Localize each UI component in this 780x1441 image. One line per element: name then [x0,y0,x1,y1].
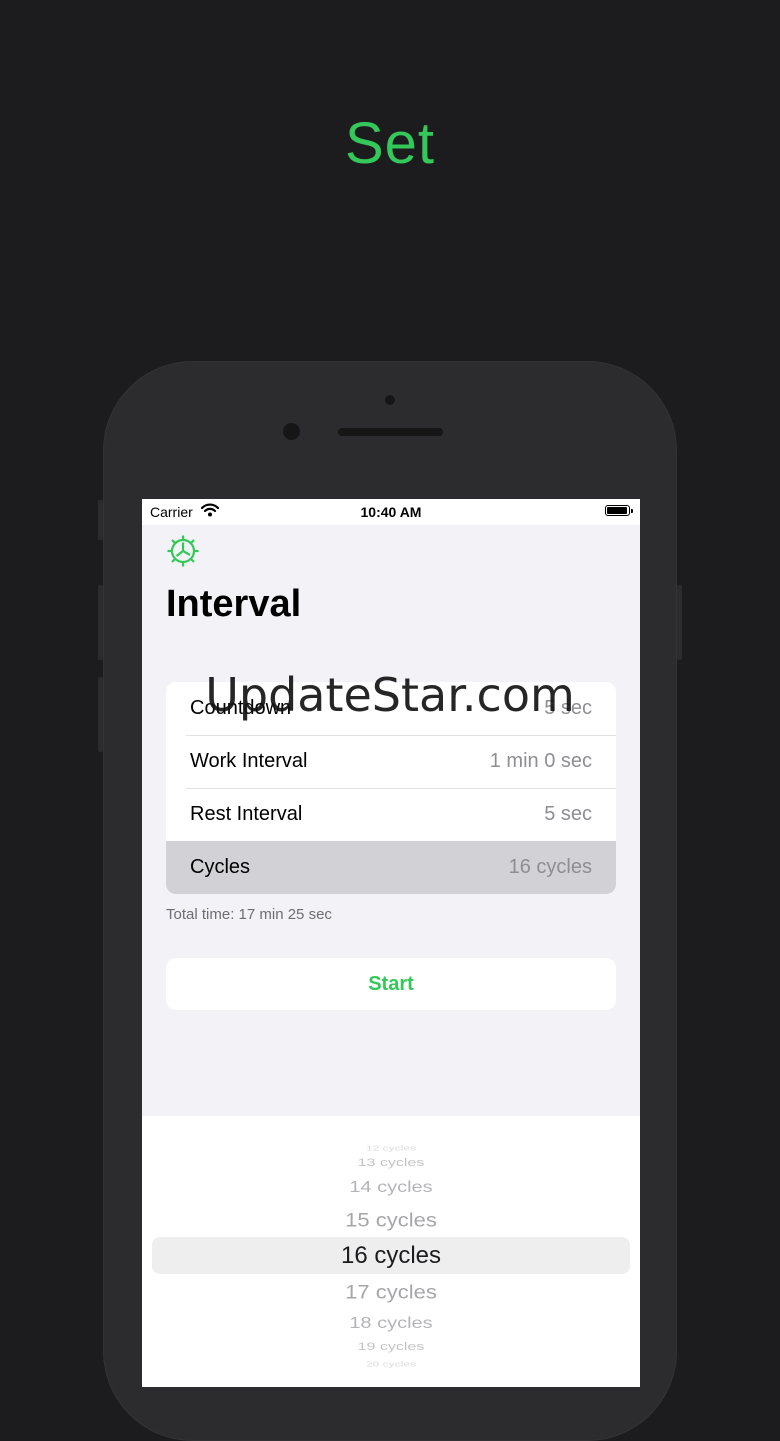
picker-item[interactable]: 14 cycles [142,1178,640,1196]
status-bar: Carrier 10:40 AM [142,499,640,525]
status-time: 10:40 AM [360,504,422,520]
interval-settings-list: Countdown 5 sec Work Interval 1 min 0 se… [166,682,616,894]
start-button[interactable]: Start [166,958,616,1010]
row-value: 16 cycles [508,856,592,878]
picker-item[interactable]: 20 cycles [142,1360,640,1368]
row-value: 1 min 0 sec [489,750,592,772]
picker-item[interactable]: 16 cycles [142,1242,640,1270]
row-label: Rest Interval [190,803,303,825]
phone-screen: Carrier 10:40 AM Interval Countdown 5 se… [142,499,640,1387]
proximity-sensor [385,395,395,405]
picker-item[interactable]: 18 cycles [142,1314,640,1332]
row-value: 5 sec [544,697,592,719]
picker-item[interactable]: 19 cycles [142,1341,640,1354]
row-countdown[interactable]: Countdown 5 sec [166,682,616,735]
picker-item[interactable]: 15 cycles [142,1208,640,1231]
row-value: 5 sec [544,803,592,825]
total-time-label: Total time: 17 min 25 sec [166,906,332,923]
cycles-picker[interactable]: 12 cycles 13 cycles 14 cycles 15 cycles 16 c… [142,1116,640,1387]
headline: Set [344,111,436,176]
row-cycles[interactable]: Cycles 16 cycles [166,841,616,894]
row-rest-interval[interactable]: Rest Interval 5 sec [166,788,616,841]
battery-icon [605,505,633,516]
page-title: Interval [166,583,302,625]
row-label: Work Interval [190,750,308,772]
picker-item[interactable]: 17 cycles [142,1280,640,1303]
row-label: Cycles [190,856,251,878]
row-work-interval[interactable]: Work Interval 1 min 0 sec [166,735,616,788]
picker-item[interactable]: 12 cycles [142,1144,640,1152]
earpiece-speaker [338,428,443,436]
row-label: Countdown [190,697,292,719]
picker-item[interactable]: 13 cycles [142,1157,640,1170]
power-button [677,585,682,660]
front-camera [283,423,300,440]
gear-icon[interactable] [166,534,200,568]
